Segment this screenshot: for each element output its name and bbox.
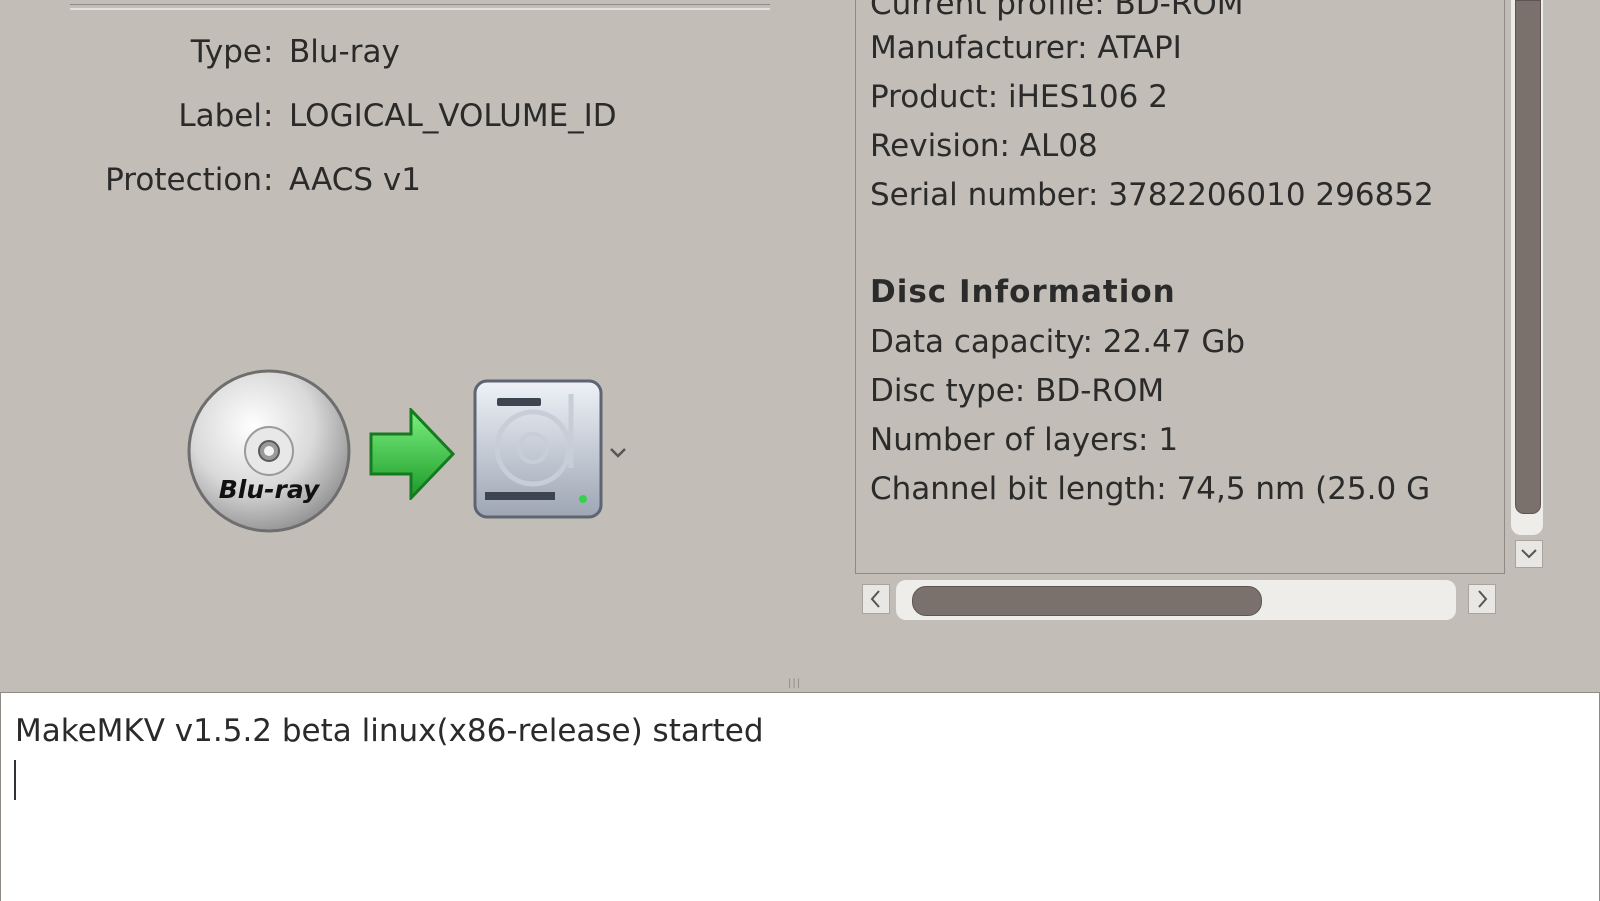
prop-colon: : [263,162,274,198]
info-line: Manufacturer: ATAPI [870,30,1182,66]
prop-label: Label [178,98,262,134]
prop-row-protection: Protection : AACS v1 [0,160,820,200]
prop-value: LOGICAL_VOLUME_ID [289,98,617,134]
info-line: Disc type: BD-ROM [870,373,1165,409]
prop-label: Type [190,34,262,70]
bluray-logo-text: Blu-ray [219,475,321,504]
prop-value: Blu-ray [289,34,400,70]
chevron-right-icon [1478,590,1488,608]
section-divider [70,4,770,10]
text-caret [14,760,16,800]
bluray-disc-icon[interactable]: Blu-ray [186,368,352,534]
chevron-left-icon [870,590,880,608]
info-line: Number of layers: 1 [870,422,1179,458]
info-line: Channel bit length: 74,5 nm (25.0 G [870,471,1431,507]
scroll-down-button[interactable] [1515,540,1543,568]
scroll-right-button[interactable] [1468,584,1496,614]
hard-drive-icon[interactable] [471,378,605,520]
info-line: Current profile: BD-ROM [870,0,1244,22]
vertical-scroll-thumb[interactable] [1515,0,1541,514]
scroll-left-button[interactable] [862,584,890,614]
source-destination-graphic: Blu-ray [186,368,636,538]
horizontal-scrollbar[interactable] [862,580,1498,620]
chevron-down-icon [1521,549,1537,559]
prop-colon: : [263,98,274,134]
horizontal-scroll-thumb[interactable] [912,586,1262,616]
info-line: Product: iHES106 2 [870,79,1168,115]
info-line: Data capacity: 22.47 Gb [870,324,1246,360]
info-line: Serial number: 3782206010 296852 [870,177,1434,213]
vertical-scrollbar[interactable] [1505,0,1549,575]
prop-colon: : [263,34,274,70]
device-info-panel[interactable]: Current profile: BD-ROM Manufacturer: AT… [855,0,1505,574]
green-right-arrow-icon [369,408,455,500]
prop-value: AACS v1 [289,162,421,198]
log-line: MakeMKV v1.5.2 beta linux(x86-release) s… [15,713,764,749]
prop-label: Protection [105,162,262,198]
prop-row-label: Label : LOGICAL_VOLUME_ID [0,96,820,136]
pane-splitter-grip[interactable]: ||| [788,678,814,689]
prop-row-type: Type : Blu-ray [0,32,820,72]
disc-info-heading: Disc Information [870,274,1176,310]
chevron-down-icon[interactable] [608,446,628,460]
info-line: Revision: AL08 [870,128,1098,164]
log-output[interactable]: MakeMKV v1.5.2 beta linux(x86-release) s… [0,692,1600,901]
